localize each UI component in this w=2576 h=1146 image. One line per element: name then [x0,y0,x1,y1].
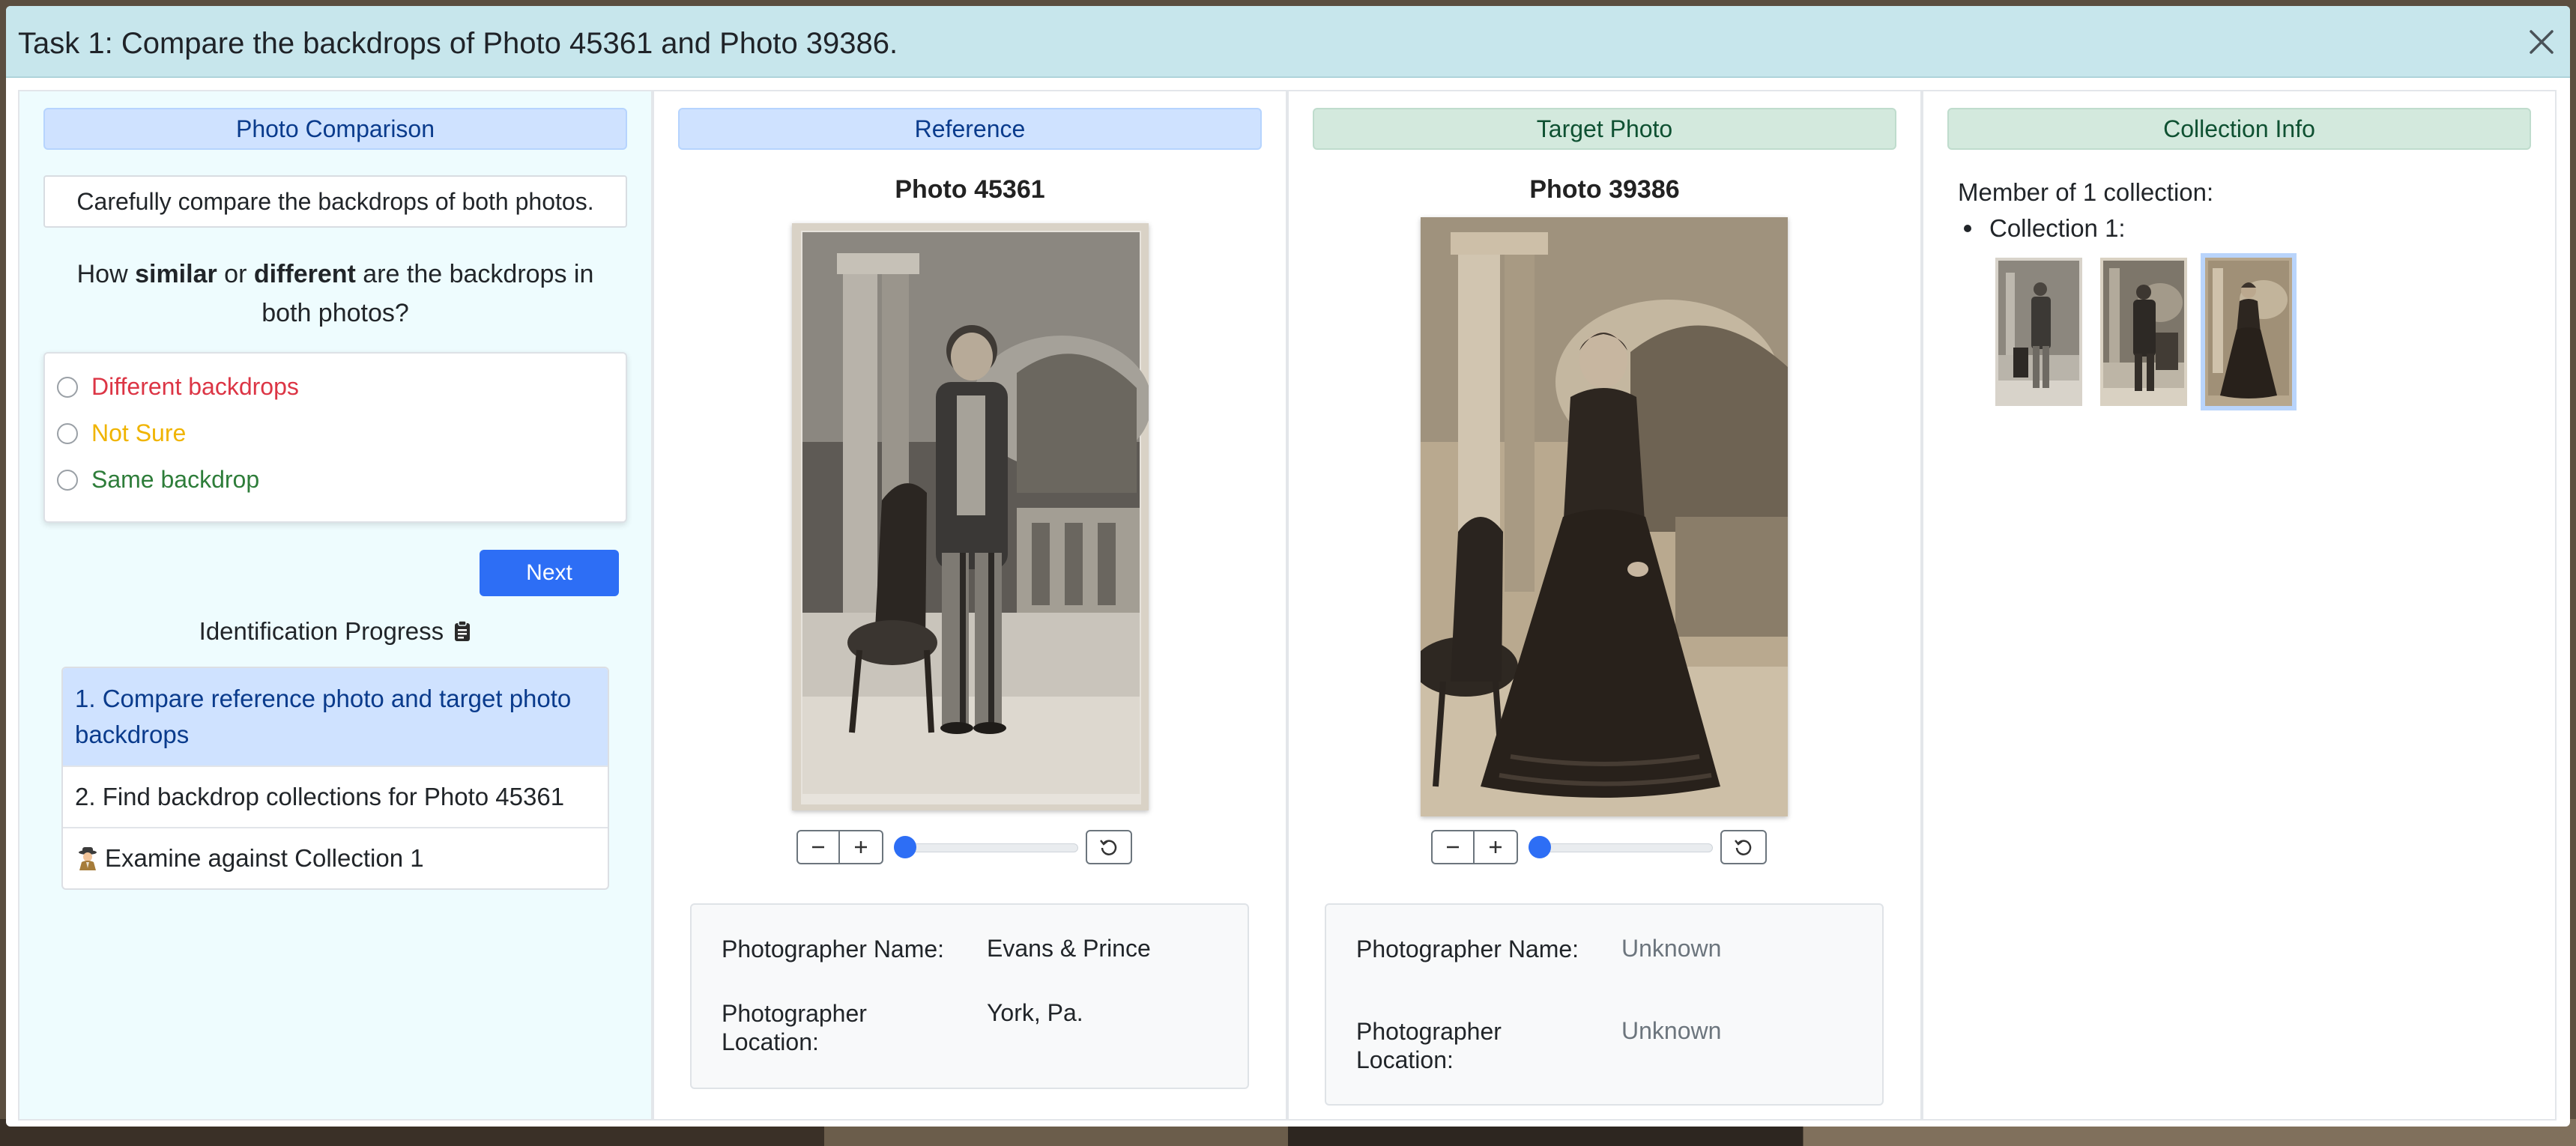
collection-member-text: Member of 1 collection: [1958,178,2214,206]
radio-not-sure[interactable] [57,422,78,444]
target-zoom-slider[interactable] [1529,830,1713,864]
reference-photo[interactable] [792,223,1149,810]
minus-icon [1447,846,1459,849]
target-panel-header: Target Photo [1313,108,1896,150]
progress-step-3-label: Examine against Collection 1 [105,844,424,872]
progress-step-1: 1. Compare reference photo and target ph… [63,668,608,765]
target-zoom-controls [1431,830,1767,864]
reference-zoom-controls [796,830,1132,864]
question-or: or [217,260,254,288]
radio-same[interactable] [57,469,78,491]
option-label-different: Different backdrops [91,373,299,400]
comparison-panel-header: Photo Comparison [43,108,627,150]
question-prefix: How [76,260,136,288]
radio-different[interactable] [57,376,78,398]
reference-reset-button[interactable] [1086,830,1132,864]
target-reset-button[interactable] [1720,830,1767,864]
target-photo[interactable] [1421,217,1788,816]
option-label-same: Same backdrop [91,466,260,493]
target-photo-title: Photo 39386 [1529,175,1680,204]
reference-zoom-out-button[interactable] [796,830,840,864]
instruction-box: Carefully compare the backdrops of both … [43,175,627,228]
target-photographer-name: Unknown [1621,935,1722,962]
reference-zoom-slider[interactable] [894,830,1078,864]
collection-panel: Collection Info Member of 1 collection: … [1922,90,2557,1121]
reference-zoom-slider-track [894,843,1078,852]
target-zoom-in-button[interactable] [1475,830,1518,864]
next-button[interactable]: Next [480,550,619,596]
target-photographer-name-label: Photographer Name: [1356,936,1579,962]
reference-panel-header: Reference [678,108,1262,150]
plus-icon [855,841,867,853]
minus-icon [812,846,824,849]
question-different: different [253,260,356,288]
collection-panel-header: Collection Info [1947,108,2531,150]
reference-zoom-slider-thumb[interactable] [894,836,916,858]
option-label-not-sure: Not Sure [91,419,187,446]
comparison-panel: Photo Comparison Carefully compare the b… [18,90,653,1121]
progress-step-2: 2. Find backdrop collections for Photo 4… [63,765,608,827]
collection-name: Collection 1: [1989,214,2126,242]
collection-thumbnail-2[interactable] [2100,258,2187,406]
target-zoom-slider-thumb[interactable] [1529,836,1551,858]
close-button[interactable] [2524,24,2560,60]
modal-header: Task 1: Compare the backdrops of Photo 4… [6,6,2570,78]
target-zoom-slider-track [1529,843,1713,852]
reset-icon [1735,840,1752,855]
reset-icon [1100,840,1117,855]
progress-title-text: Identification Progress [199,617,444,645]
plus-icon [1490,841,1502,853]
target-photographer-location: Unknown [1621,1017,1722,1044]
reference-zoom-in-button[interactable] [840,830,883,864]
modal-title: Task 1: Compare the backdrops of Photo 4… [18,27,898,60]
reference-photographer-name: Evans & Prince [987,935,1151,962]
reference-photographer-name-label: Photographer Name: [722,936,945,962]
reference-photo-title: Photo 45361 [895,175,1045,204]
panels-row: Photo Comparison Carefully compare the b… [18,90,2558,1121]
options-card: Different backdrops Not Sure Same backdr… [43,352,627,523]
close-icon [2530,30,2554,54]
collection-list-item: Collection 1: [1964,214,2126,243]
reference-photographer-location-label: Photographer Location: [722,1000,867,1055]
option-different-backdrops[interactable]: Different backdrops [57,373,299,401]
option-not-sure[interactable]: Not Sure [57,419,186,447]
question-similar: similar [135,260,217,288]
list-bullet [1964,225,1971,232]
collection-thumbnail-1[interactable] [1995,258,2082,406]
reference-info-card: Photographer Name: Evans & Prince Photog… [690,903,1249,1089]
target-panel: Target Photo Photo 39386 Photographer Na… [1287,90,1922,1121]
detective-icon [79,847,97,870]
collection-thumbnail-3[interactable] [2205,258,2292,406]
target-zoom-out-button[interactable] [1431,830,1475,864]
task-modal: Task 1: Compare the backdrops of Photo 4… [6,6,2570,1127]
progress-step-3: Examine against Collection 1 [63,827,608,888]
clipboard-icon [455,620,471,641]
option-same-backdrop[interactable]: Same backdrop [57,466,259,494]
target-info-card: Photographer Name: Unknown Photographer … [1325,903,1884,1106]
reference-panel: Reference Photo 45361 Photographer Name:… [653,90,1287,1121]
progress-title: Identification Progress [19,617,651,646]
reference-photographer-location: York, Pa. [987,999,1083,1026]
target-photographer-location-label: Photographer Location: [1356,1018,1502,1073]
progress-list: 1. Compare reference photo and target ph… [61,667,609,890]
comparison-question: How similar or different are the backdro… [49,255,621,333]
